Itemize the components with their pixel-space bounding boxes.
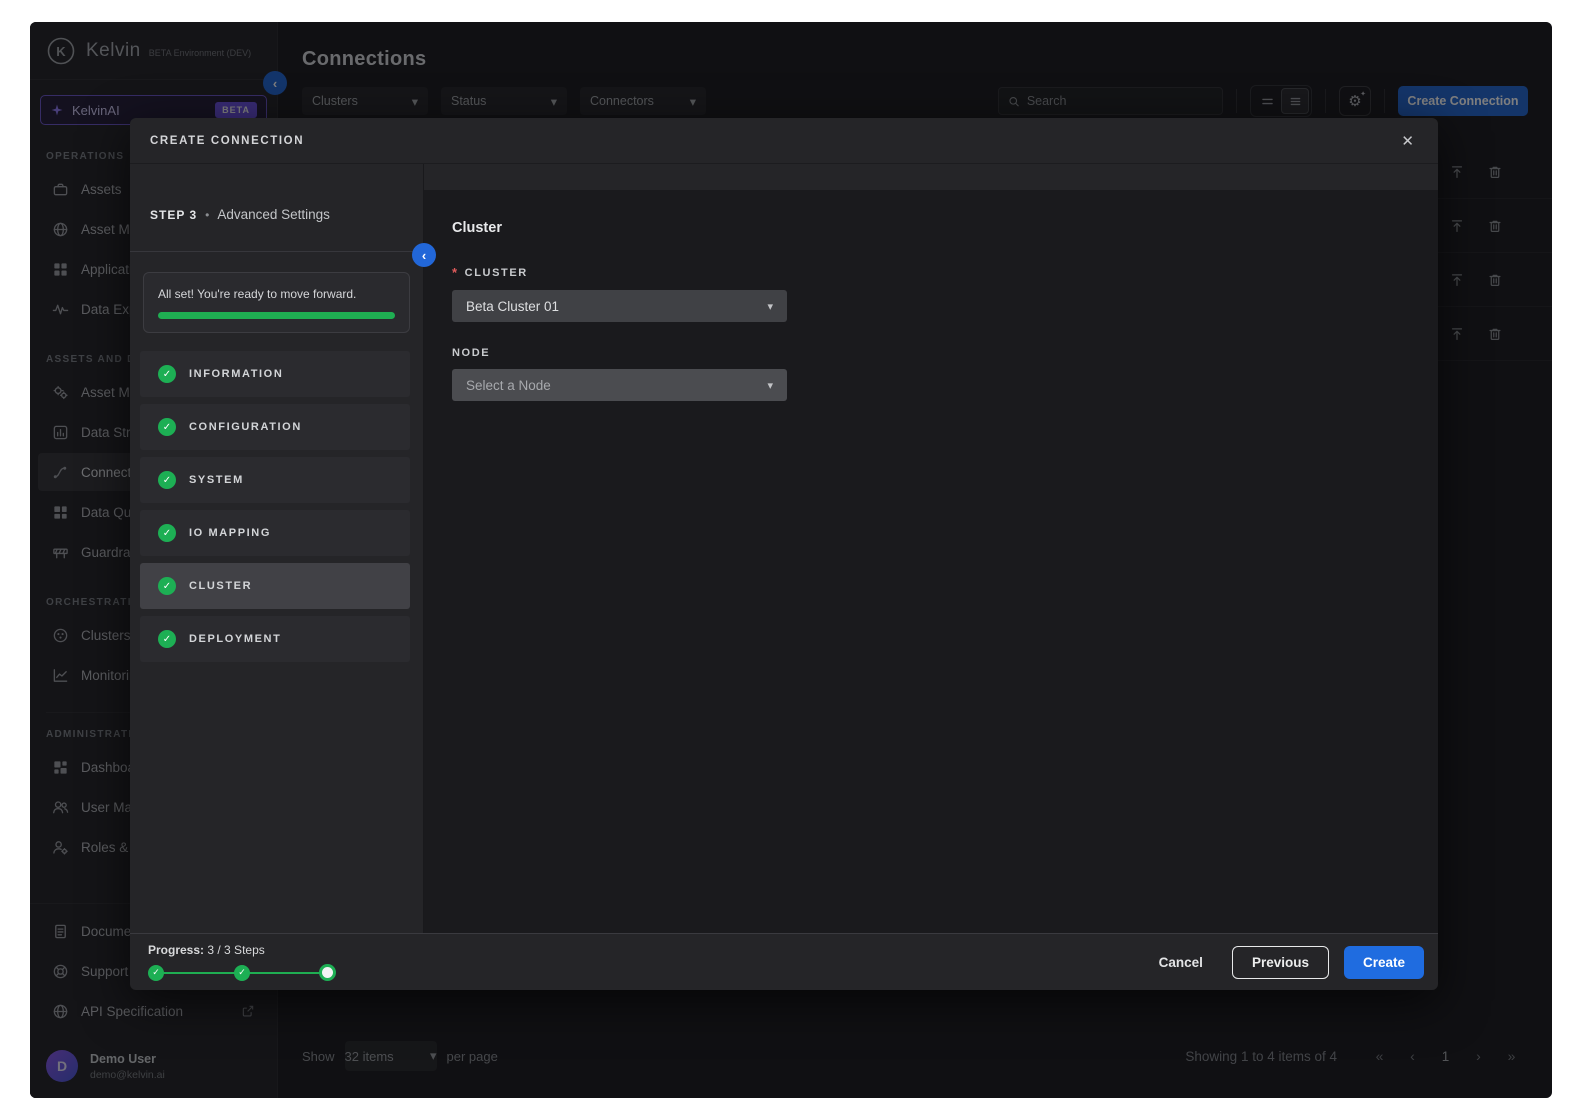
modal-content-panel: Cluster *CLUSTER Beta Cluster 01▾ NODE S… — [424, 164, 1438, 933]
step-deployment[interactable]: ✓DEPLOYMENT — [140, 616, 410, 662]
required-asterisk: * — [452, 265, 459, 280]
step-io-mapping[interactable]: ✓IO MAPPING — [140, 510, 410, 556]
progress-widget: Progress: 3 / 3 Steps ✓ ✓ — [148, 943, 336, 982]
create-connection-modal: CREATE CONNECTION ✕ STEP 3 • Advanced Se… — [130, 118, 1438, 990]
status-message: All set! You're ready to move forward. — [158, 287, 395, 301]
previous-button[interactable]: Previous — [1232, 946, 1329, 979]
step-name: Advanced Settings — [217, 207, 330, 222]
progress-bar — [158, 312, 395, 319]
panel-collapse-button[interactable]: ‹ — [412, 243, 436, 267]
step-cluster[interactable]: ✓CLUSTER — [140, 563, 410, 609]
progress-label: Progress: — [148, 943, 204, 957]
caret-down-icon: ▾ — [767, 379, 773, 392]
step-header: STEP 3 • Advanced Settings — [130, 164, 423, 252]
modal-title: CREATE CONNECTION — [150, 135, 304, 147]
step-information[interactable]: ✓INFORMATION — [140, 351, 410, 397]
app-window: K Kelvin BETA Environment (DEV) KelvinAI… — [30, 22, 1552, 1098]
modal-footer: Progress: 3 / 3 Steps ✓ ✓ Cancel Previou… — [130, 933, 1438, 990]
check-icon: ✓ — [152, 967, 160, 978]
chevron-left-icon: ‹ — [422, 248, 426, 263]
close-icon[interactable]: ✕ — [1397, 128, 1418, 154]
check-icon: ✓ — [158, 577, 176, 595]
progress-node-3 — [319, 964, 336, 981]
progress-node-1: ✓ — [148, 965, 164, 981]
step-number: STEP 3 — [150, 208, 197, 222]
check-icon: ✓ — [158, 630, 176, 648]
check-icon: ✓ — [158, 418, 176, 436]
check-icon: ✓ — [238, 967, 246, 978]
create-button[interactable]: Create — [1344, 946, 1424, 979]
cluster-form: Cluster *CLUSTER Beta Cluster 01▾ NODE S… — [424, 190, 1438, 933]
step-configuration[interactable]: ✓CONFIGURATION — [140, 404, 410, 450]
modal-body: STEP 3 • Advanced Settings All set! You'… — [130, 164, 1438, 933]
cancel-button[interactable]: Cancel — [1145, 947, 1217, 978]
modal-header: CREATE CONNECTION ✕ — [130, 118, 1438, 164]
node-select[interactable]: Select a Node▾ — [452, 369, 787, 401]
modal-actions: Cancel Previous Create — [1145, 946, 1424, 979]
caret-down-icon: ▾ — [767, 300, 773, 313]
node-field-label: NODE — [452, 347, 1410, 359]
cluster-select[interactable]: Beta Cluster 01▾ — [452, 290, 787, 322]
steps-list: ✓INFORMATION ✓CONFIGURATION ✓SYSTEM ✓IO … — [140, 351, 410, 662]
status-message-card: All set! You're ready to move forward. — [143, 272, 410, 333]
progress-node-2: ✓ — [234, 965, 250, 981]
check-icon: ✓ — [158, 524, 176, 542]
cluster-field-label: *CLUSTER — [452, 265, 1410, 280]
progress-value: 3 / 3 Steps — [207, 943, 264, 957]
check-icon: ✓ — [158, 471, 176, 489]
check-icon: ✓ — [158, 365, 176, 383]
step-system[interactable]: ✓SYSTEM — [140, 457, 410, 503]
bullet-separator: • — [205, 208, 209, 222]
wizard-steps-panel: STEP 3 • Advanced Settings All set! You'… — [130, 164, 424, 933]
form-heading: Cluster — [452, 220, 1410, 236]
progress-track: ✓ ✓ — [148, 964, 336, 982]
